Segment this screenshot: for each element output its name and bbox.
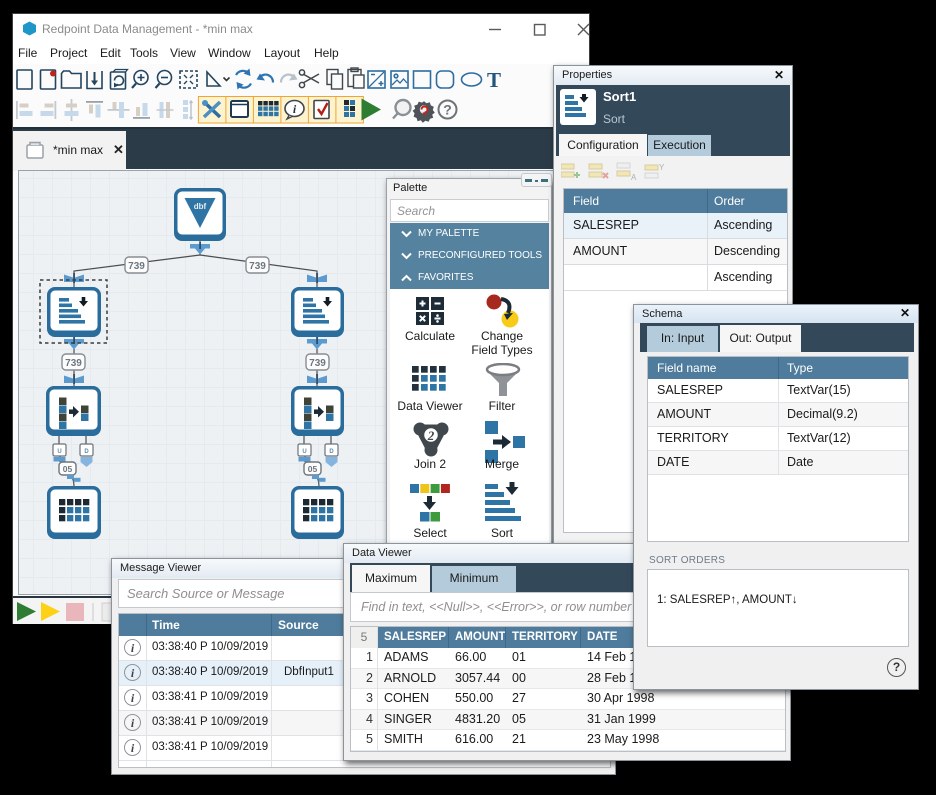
svg-text:739: 739	[309, 358, 326, 369]
svg-text:?: ?	[443, 102, 452, 118]
svg-text:dbf: dbf	[194, 202, 207, 211]
svg-text:2: 2	[427, 428, 435, 443]
svg-text:T: T	[487, 68, 501, 92]
svg-text:D: D	[84, 449, 89, 455]
svg-text:739: 739	[65, 358, 82, 369]
svg-text:05: 05	[308, 464, 318, 474]
svg-text:739: 739	[128, 261, 145, 272]
svg-text:U: U	[57, 449, 61, 455]
svg-text:D: D	[329, 449, 334, 455]
svg-text:739: 739	[249, 261, 266, 272]
svg-text:Y: Y	[659, 163, 665, 172]
svg-text:05: 05	[63, 464, 73, 474]
svg-text:U: U	[302, 449, 306, 455]
svg-text:A: A	[631, 173, 637, 182]
